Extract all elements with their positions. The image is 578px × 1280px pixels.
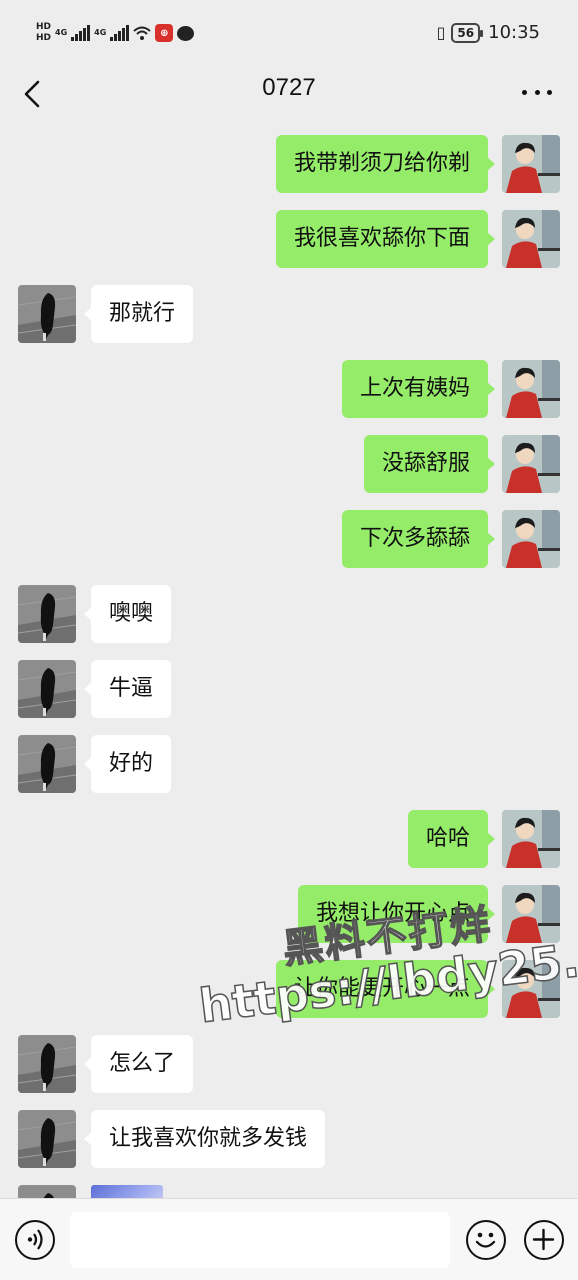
my-avatar[interactable] <box>502 960 560 1018</box>
emoji-icon <box>475 1232 496 1248</box>
message-input[interactable] <box>70 1212 450 1268</box>
message-row: 那就行 <box>0 285 578 345</box>
hd-indicator: HD HD <box>36 22 51 44</box>
input-bar <box>0 1198 578 1280</box>
contact-avatar[interactable] <box>18 285 76 343</box>
network-type-2: 4G <box>94 28 107 37</box>
hd-top-label: HD <box>36 22 52 32</box>
message-row: 牛逼 <box>0 660 578 720</box>
my-avatar[interactable] <box>502 135 560 193</box>
my-avatar[interactable] <box>502 810 560 868</box>
message-row: 没舔舒服 <box>0 435 578 495</box>
my-message-bubble[interactable]: 我带剃须刀给你剃 <box>275 135 496 193</box>
wifi-icon <box>133 26 151 40</box>
my-avatar[interactable] <box>502 885 560 943</box>
chat-history[interactable]: 我带剃须刀给你剃 我很喜欢舔你下面 那就行 上次有姨妈 没舔舒服 下次多舔舔 噢… <box>0 122 578 1198</box>
my-avatar[interactable] <box>502 510 560 568</box>
battery-icon: 56 <box>451 22 483 43</box>
plus-icon <box>532 1228 555 1251</box>
contact-message-bubble[interactable]: 噢噢 <box>83 585 172 643</box>
message-row: 哈哈 <box>0 810 578 870</box>
more-dot <box>534 89 540 95</box>
signal-icon <box>71 25 91 41</box>
my-message-bubble[interactable]: 我很喜欢舔你下面 <box>275 210 496 268</box>
message-row: 我带剃须刀给你剃 <box>0 135 578 195</box>
message-row-partial <box>0 1185 578 1198</box>
contact-avatar[interactable] <box>18 1035 76 1093</box>
network-type-1: 4G <box>55 28 68 37</box>
signal-icon-2 <box>110 25 130 41</box>
contact-avatar[interactable] <box>18 660 76 718</box>
contact-message-bubble[interactable]: 怎么了 <box>83 1035 194 1093</box>
chat-title: 0727 <box>262 74 316 101</box>
message-row: 好的 <box>0 735 578 795</box>
my-message-bubble[interactable]: 哈哈 <box>407 810 496 868</box>
status-bar: HD HD 4G 4G ⊕ ▯ 56 10:35 <box>0 0 578 64</box>
contact-message-bubble[interactable]: 那就行 <box>83 285 194 343</box>
contact-avatar[interactable] <box>18 1185 76 1198</box>
contact-avatar[interactable] <box>18 1110 76 1168</box>
hd-bottom-label: HD <box>36 33 52 43</box>
image-message-thumbnail[interactable] <box>91 1185 163 1198</box>
status-left: HD HD 4G 4G ⊕ <box>36 18 195 48</box>
message-row: 怎么了 <box>0 1035 578 1095</box>
message-row: 我很喜欢舔你下面 <box>0 210 578 270</box>
message-notification-icon <box>177 25 195 41</box>
more-functions-button[interactable] <box>524 1220 564 1260</box>
more-dots-icon <box>522 89 527 95</box>
message-row: 下次多舔舔 <box>0 510 578 570</box>
emoji-button[interactable] <box>466 1220 506 1260</box>
contact-message-bubble[interactable]: 好的 <box>83 735 172 793</box>
more-button[interactable] <box>522 80 552 104</box>
more-dot <box>547 89 552 95</box>
vibrate-icon: ▯ <box>436 23 446 42</box>
contact-avatar[interactable] <box>18 585 76 643</box>
message-row: 让你能更开心一点 <box>0 960 578 1020</box>
contact-message-bubble[interactable]: 让我喜欢你就多发钱 <box>83 1110 326 1168</box>
message-row: 我想让你开心点 <box>0 885 578 945</box>
status-right: ▯ 56 10:35 <box>437 22 540 43</box>
my-message-bubble[interactable]: 让你能更开心一点 <box>275 960 496 1018</box>
my-message-bubble[interactable]: 下次多舔舔 <box>341 510 496 568</box>
message-row: 噢噢 <box>0 585 578 645</box>
my-message-bubble[interactable]: 没舔舒服 <box>363 435 496 493</box>
app-notification-icon: ⊕ <box>155 24 174 42</box>
message-row: 上次有姨妈 <box>0 360 578 420</box>
voice-icon <box>27 1229 43 1250</box>
my-avatar[interactable] <box>502 360 560 418</box>
my-message-bubble[interactable]: 上次有姨妈 <box>341 360 496 418</box>
voice-button[interactable] <box>15 1220 55 1260</box>
message-row: 让我喜欢你就多发钱 <box>0 1110 578 1170</box>
my-avatar[interactable] <box>502 435 560 493</box>
clock: 10:35 <box>488 22 540 43</box>
contact-avatar[interactable] <box>18 735 76 793</box>
chat-header: 0727 <box>0 64 578 122</box>
my-avatar[interactable] <box>502 210 560 268</box>
contact-message-bubble[interactable]: 牛逼 <box>83 660 172 718</box>
my-message-bubble[interactable]: 我想让你开心点 <box>297 885 496 943</box>
